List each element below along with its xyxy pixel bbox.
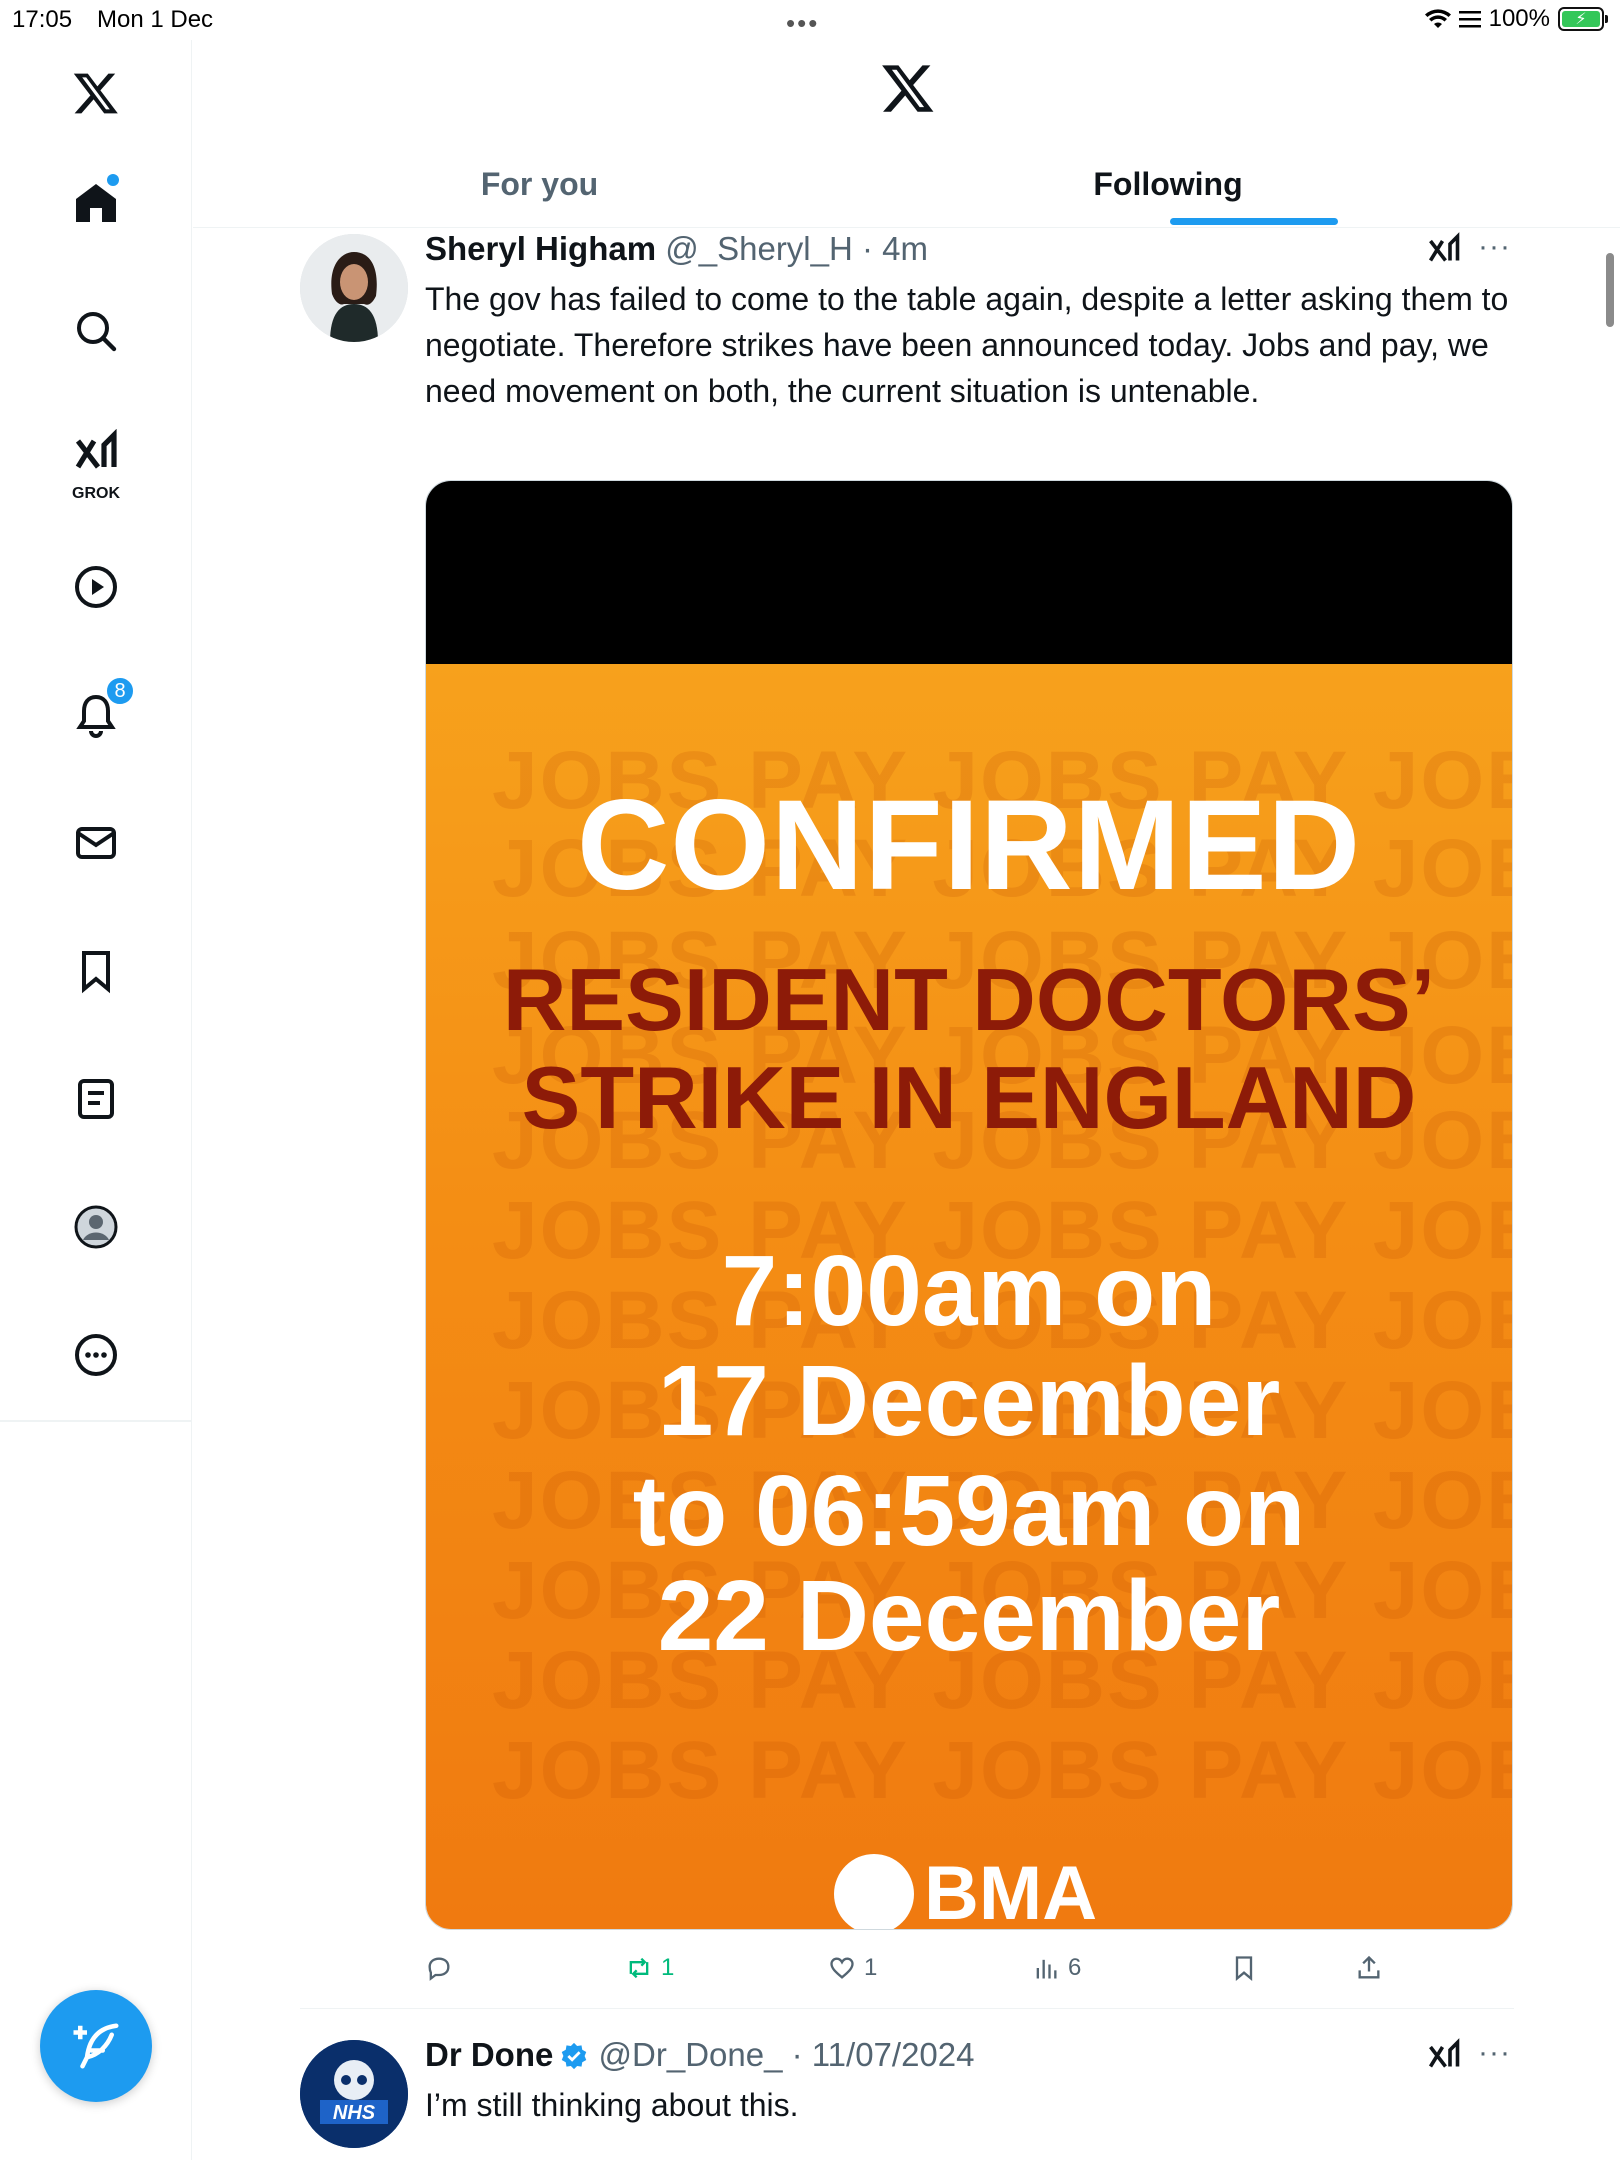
views-button[interactable]: 6 <box>1032 1948 1081 1988</box>
timeline-tabs: For you Following <box>193 140 1620 228</box>
sidebar: GROK 8 <box>0 40 192 2160</box>
repost-button[interactable]: 1 <box>625 1948 674 1988</box>
x-logo-icon[interactable] <box>63 60 129 126</box>
tweet-actions: 1 1 6 <box>425 1948 1525 1988</box>
reply-button[interactable] <box>425 1948 461 1988</box>
bookmark-icon <box>1235 1956 1253 1981</box>
tweet-header: Dr Done @Dr_Done_ · 11/07/2024 <box>425 2036 974 2074</box>
tweet-text: I’m still thinking about this. <box>425 2087 799 2123</box>
author-name[interactable]: Sheryl Higham <box>425 230 656 267</box>
poster-start-date: 17 December <box>657 1345 1281 1457</box>
bma-logo: BMA <box>834 1850 1098 1930</box>
like-button[interactable]: 1 <box>828 1948 877 1988</box>
tab-following[interactable]: Following <box>1053 140 1283 228</box>
sidebar-divider <box>0 1420 192 1422</box>
compose-feather-icon <box>73 2023 119 2069</box>
user-photo-icon <box>300 234 408 342</box>
scrollbar[interactable] <box>1606 253 1614 327</box>
repost-icon <box>629 1957 649 1979</box>
strike-poster: JOBS PAY JOBS PAY JOBS JOBS PAY JOBS PAY… <box>426 664 1512 1930</box>
messages-icon[interactable] <box>63 810 129 876</box>
status-bar: 17:05 Mon 1 Dec ••• 100% ⚡ <box>0 0 1620 40</box>
skull-nhs-avatar-icon: NHS <box>300 2040 408 2148</box>
like-count: 1 <box>864 1954 878 1981</box>
battery-icon: ⚡ <box>1558 7 1608 31</box>
avatar[interactable] <box>300 234 408 342</box>
tweet-text: The gov has failed to come to the table … <box>425 281 1509 409</box>
heart-icon <box>830 1957 854 1979</box>
wifi-icon <box>1424 9 1451 29</box>
active-tab-indicator <box>1170 218 1338 225</box>
battery-percent: 100% <box>1488 5 1550 32</box>
poster-start-time: 7:00am on <box>721 1235 1217 1347</box>
tweet-header: Sheryl Higham @_Sheryl_H · 4m <box>425 230 928 268</box>
video-icon[interactable] <box>63 554 129 620</box>
bookmarks-icon[interactable] <box>63 938 129 1004</box>
tweet-media[interactable]: JOBS PAY JOBS PAY JOBS JOBS PAY JOBS PAY… <box>425 480 1513 1930</box>
avatar-nhs-text: NHS <box>333 2102 376 2124</box>
avatar[interactable]: NHS <box>300 2040 408 2148</box>
reply-icon <box>428 1957 450 1981</box>
poster-line-2: STRIKE IN ENGLAND <box>521 1048 1417 1147</box>
grok-icon[interactable] <box>63 420 129 486</box>
view-count: 6 <box>1068 1954 1082 1981</box>
status-indicators: 100% ⚡ <box>1424 5 1608 33</box>
status-time: 17:05 <box>12 6 73 33</box>
bookmark-button[interactable] <box>1230 1948 1258 1988</box>
dot-separator: · <box>782 2036 812 2073</box>
grok-explain-icon[interactable] <box>1426 232 1462 268</box>
share-icon <box>1358 1955 1380 1979</box>
x-header-logo-icon[interactable] <box>880 60 936 116</box>
tab-for-you[interactable]: For you <box>193 140 886 228</box>
grok-explain-icon[interactable] <box>1426 2038 1462 2074</box>
poster-watermark: JOBS PAY JOBS PAY JOBS <box>492 1725 1512 1816</box>
share-button[interactable] <box>1355 1948 1383 1988</box>
status-date: Mon 1 Dec <box>97 6 214 33</box>
lists-icon[interactable] <box>63 1066 129 1132</box>
tweet-more-icon[interactable]: ··· <box>1478 2036 1511 2070</box>
notifications-icon[interactable]: 8 <box>63 676 135 748</box>
profile-icon[interactable] <box>63 1194 129 1260</box>
more-icon[interactable] <box>63 1322 129 1388</box>
notifications-badge: 8 <box>105 676 135 706</box>
author-handle[interactable]: @_Sheryl_H <box>665 230 853 267</box>
tweet-separator <box>300 2008 1514 2009</box>
views-chart-icon <box>1036 1959 1057 1979</box>
list-icon <box>1458 11 1481 28</box>
tweet-more-icon[interactable]: ··· <box>1478 230 1511 264</box>
author-name[interactable]: Dr Done <box>425 2036 553 2073</box>
tweet-time[interactable]: 11/07/2024 <box>812 2036 975 2073</box>
poster-end-date: 22 December <box>657 1560 1281 1672</box>
grok-label: GROK <box>72 485 120 502</box>
dot-separator: · <box>852 230 883 267</box>
bma-emblem-icon <box>834 1853 914 1929</box>
compose-post-button[interactable] <box>40 1990 152 2102</box>
tweet-time[interactable]: 4m <box>882 230 928 267</box>
poster-end-time: to 06:59am on <box>632 1455 1306 1567</box>
multitasking-dots-icon[interactable]: ••• <box>786 8 819 39</box>
repost-count: 1 <box>661 1954 675 1981</box>
poster-line-1: RESIDENT DOCTORS’ <box>502 950 1436 1049</box>
bma-logo-text: BMA <box>924 1851 1098 1930</box>
search-icon[interactable] <box>63 298 129 364</box>
verified-badge-icon <box>562 2042 587 2070</box>
author-handle[interactable]: @Dr_Done_ <box>599 2036 783 2073</box>
poster-headline: CONFIRMED <box>576 774 1362 917</box>
media-black-bar <box>426 481 1512 664</box>
home-icon[interactable] <box>63 170 129 236</box>
home-unread-dot <box>107 174 119 186</box>
